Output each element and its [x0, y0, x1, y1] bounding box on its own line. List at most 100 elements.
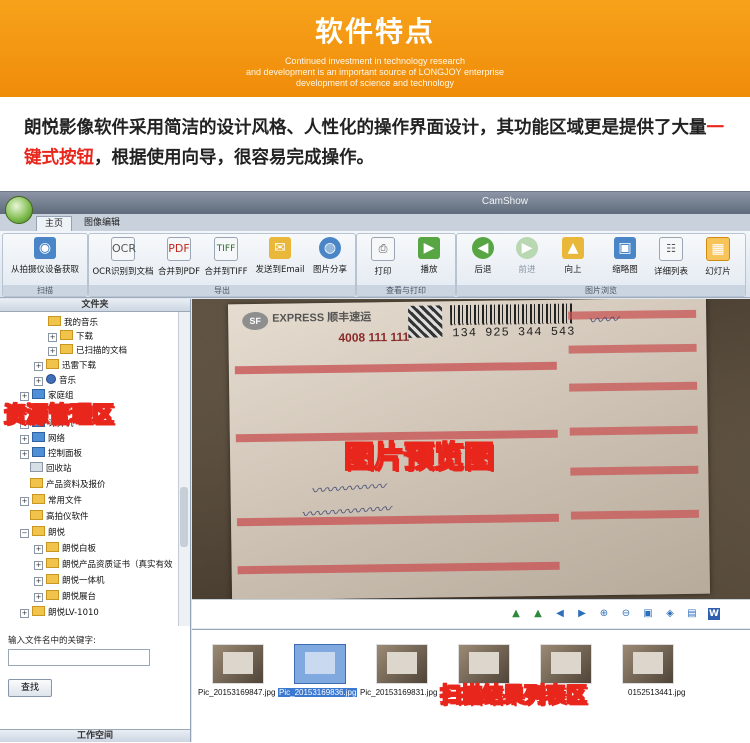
folder-icon: [48, 316, 61, 326]
callout-preview-area: 图片预览图: [343, 439, 494, 475]
tree-item[interactable]: + 朗悦展台: [34, 590, 96, 602]
expand-icon[interactable]: +: [34, 577, 43, 586]
thumbnail[interactable]: [540, 644, 592, 684]
tree-item[interactable]: 高拍仪软件: [30, 510, 89, 522]
merge-pdf-button[interactable]: PDF 合并到PDF: [157, 237, 201, 283]
next-icon[interactable]: ▶: [576, 608, 588, 620]
fit-window-icon[interactable]: ▣: [642, 608, 654, 620]
tree-item-label: 朗悦LV-1010: [48, 608, 99, 618]
tree-item[interactable]: + 迅雷下载: [34, 359, 96, 371]
expand-icon[interactable]: +: [34, 362, 43, 371]
thumbnail-filename-selected[interactable]: Pic_20153169836.jpg: [278, 688, 358, 697]
thumbnail[interactable]: [622, 644, 674, 684]
image-icon: ▣: [614, 237, 636, 259]
merge-pdf-label: 合并到PDF: [157, 267, 201, 277]
folder-icon: [46, 542, 59, 552]
banner-title: 软件特点: [314, 15, 435, 48]
detail-list-button[interactable]: ☷ 详细列表: [651, 237, 691, 283]
thumbnail-filename[interactable]: Pic_20153169831.jpg: [360, 688, 437, 697]
thumbnail[interactable]: [458, 644, 510, 684]
group-view-print: ⎙ 打印 ▶ 播放 查看与打印: [356, 233, 456, 297]
rotate-left-icon[interactable]: ▲: [510, 608, 522, 620]
rotate-right-icon[interactable]: ▲: [532, 608, 544, 620]
folder-icon: [32, 526, 45, 536]
zoom-out-icon[interactable]: ⊖: [620, 608, 632, 620]
banner-subtitle: Continued investment in technology resea…: [0, 56, 750, 89]
tree-item[interactable]: + 常用文件: [20, 494, 82, 506]
thumbnail-filename[interactable]: Pic_20153169847.jpg: [198, 688, 275, 697]
share-button[interactable]: ◍ 图片分享: [309, 237, 351, 283]
expand-icon[interactable]: +: [34, 545, 43, 554]
form-row: [237, 561, 560, 575]
expand-icon[interactable]: +: [34, 561, 43, 570]
ocr-button[interactable]: OCR OCR识别到文档: [91, 237, 155, 283]
tree-item[interactable]: + 朗悦LV-1010: [20, 606, 99, 618]
up-button[interactable]: ▲ 向上: [555, 237, 591, 283]
document-icon[interactable]: ▤: [686, 608, 698, 620]
send-email-label: 发送到Email: [255, 265, 305, 275]
folder-icon: [46, 558, 59, 568]
expand-icon[interactable]: +: [20, 435, 29, 444]
workspace-bar[interactable]: 工作空间: [0, 729, 190, 742]
folder-icon: [46, 574, 59, 584]
tree-item[interactable]: + 控制面板: [20, 447, 82, 459]
folder-icon: [32, 606, 45, 616]
expand-icon[interactable]: +: [34, 377, 43, 386]
tracking-number: 134 925 344 543: [452, 324, 576, 341]
forward-button[interactable]: ▶ 前进: [509, 237, 545, 283]
word-icon[interactable]: W: [708, 608, 720, 620]
thumbnail[interactable]: [376, 644, 428, 684]
merge-tiff-button[interactable]: TIFF 合并到TIFF: [203, 237, 249, 283]
previous-icon[interactable]: ◀: [554, 608, 566, 620]
tree-item[interactable]: + 下载: [48, 330, 93, 342]
keyword-input[interactable]: [8, 649, 150, 666]
expand-icon[interactable]: +: [48, 347, 57, 356]
play-button[interactable]: ▶ 播放: [411, 237, 447, 283]
folder-panel: 文件夹 我的音乐 + 下载 + 已扫描的文档 + 迅雷下载 + 音乐 + 家庭组 + 计算机…: [0, 299, 191, 742]
thumbnail-selected[interactable]: [294, 644, 346, 684]
folder-tree-scrollbar[interactable]: [178, 312, 190, 626]
tree-item[interactable]: + 朗悦一体机: [34, 574, 105, 586]
collapse-icon[interactable]: −: [20, 529, 29, 538]
print-button[interactable]: ⎙ 打印: [365, 237, 401, 283]
actual-size-icon[interactable]: ◈: [664, 608, 676, 620]
tree-item[interactable]: 产品资料及报价: [30, 478, 106, 490]
zoom-in-icon[interactable]: ⊕: [598, 608, 610, 620]
tree-item[interactable]: 回收站: [30, 462, 72, 474]
print-label: 打印: [374, 267, 392, 277]
slideshow-label: 幻灯片: [705, 267, 731, 277]
tree-item[interactable]: + 朗悦产品资质证书（真实有效: [34, 558, 173, 570]
tab-home[interactable]: 主页: [36, 216, 73, 232]
tree-item-label: 音乐: [59, 376, 77, 386]
back-label: 后退: [474, 265, 492, 275]
tree-item[interactable]: + 音乐: [34, 374, 76, 386]
expand-icon[interactable]: +: [34, 593, 43, 602]
tree-item[interactable]: + 网络: [20, 432, 65, 444]
expand-icon[interactable]: +: [20, 450, 29, 459]
app-menu-icon[interactable]: [5, 196, 33, 224]
expand-icon[interactable]: +: [20, 497, 29, 506]
thumbnail[interactable]: [212, 644, 264, 684]
tree-item-label: 网络: [48, 434, 66, 444]
slideshow-button[interactable]: ▦ 幻灯片: [697, 237, 739, 283]
tree-item[interactable]: + 朗悦白板: [34, 542, 96, 554]
thumbnail-view-button[interactable]: ▣ 缩略图: [605, 237, 645, 283]
thumbnail-filename[interactable]: 0152513441.jpg: [628, 688, 685, 697]
share-label: 图片分享: [312, 265, 347, 275]
folder-icon: [46, 359, 59, 369]
send-email-button[interactable]: ✉ 发送到Email: [255, 237, 305, 283]
search-button[interactable]: 查找: [8, 679, 52, 697]
expand-icon[interactable]: +: [48, 333, 57, 342]
callout-scan-list-area: 扫描结果列表区: [439, 682, 587, 707]
tree-item[interactable]: − 朗悦: [20, 526, 65, 538]
tab-image-edit[interactable]: 图像编辑: [76, 216, 128, 231]
preview-toolbar: ▲ ▲ ◀ ▶ ⊕ ⊖ ▣ ◈ ▤ W: [192, 599, 750, 628]
scrollbar-thumb[interactable]: [180, 487, 188, 547]
keyword-label: 输入文件名中的关键字:: [8, 636, 96, 646]
expand-icon[interactable]: +: [20, 609, 29, 618]
tree-item[interactable]: + 已扫描的文档: [48, 344, 127, 356]
back-button[interactable]: ◀ 后退: [465, 237, 501, 283]
tree-item[interactable]: 我的音乐: [48, 316, 98, 328]
callout-resource-area: 资源管理区: [3, 402, 115, 428]
capture-button[interactable]: ◉ 从拍摄仪设备获取: [7, 237, 83, 283]
